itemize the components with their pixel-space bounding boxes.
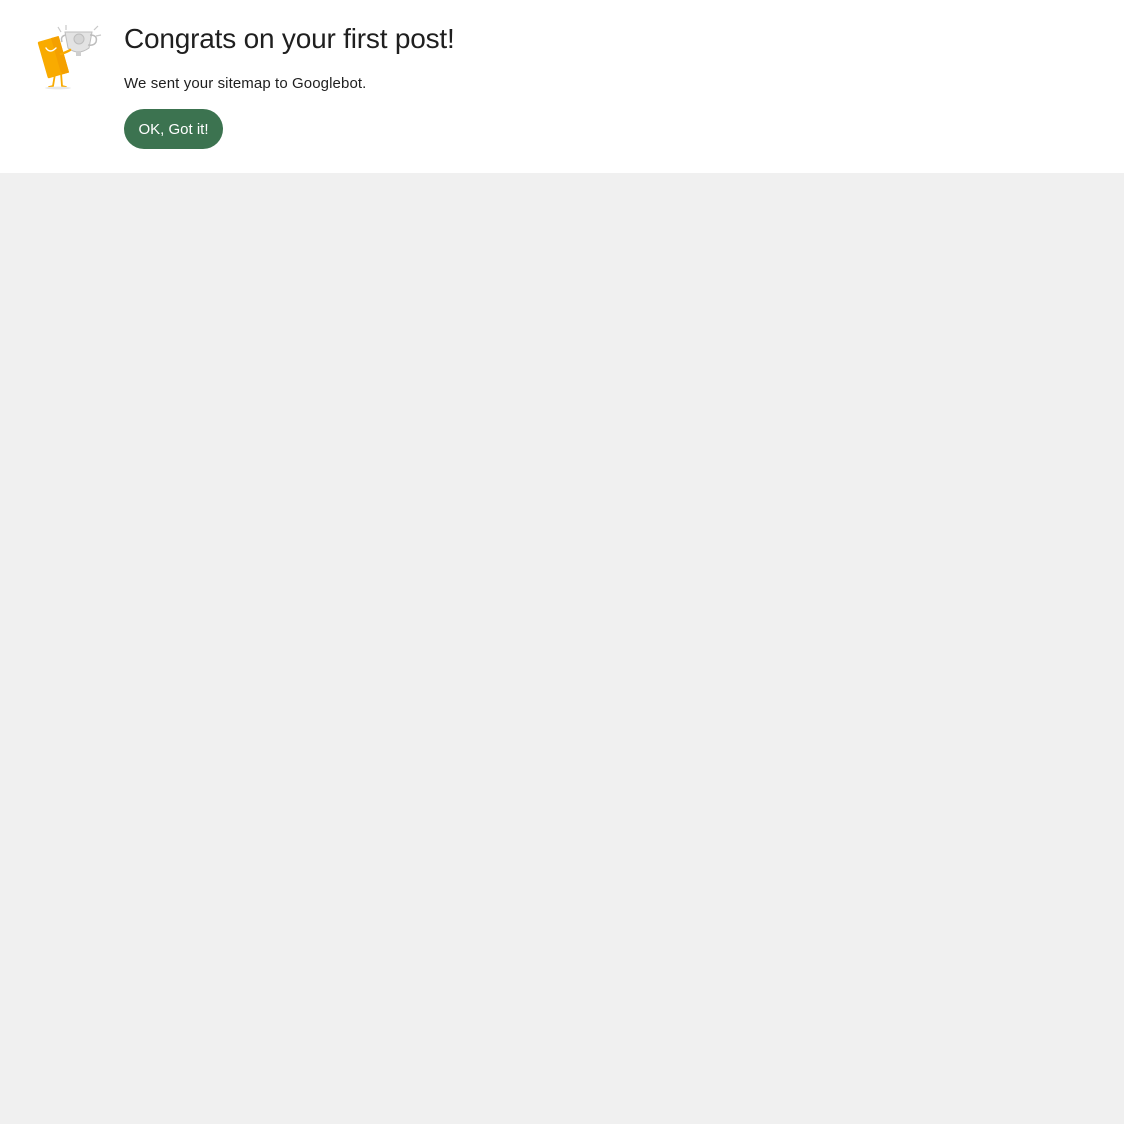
dialog-title: Congrats on your first post!: [124, 23, 455, 54]
page-background: [0, 173, 1124, 1124]
dialog-message: We sent your sitemap to Googlebot.: [124, 75, 367, 92]
ok-got-it-button[interactable]: OK, Got it!: [124, 109, 223, 149]
trophy-celebration-icon: [34, 24, 102, 92]
congrats-dialog: Congrats on your first post! We sent you…: [0, 0, 1124, 173]
